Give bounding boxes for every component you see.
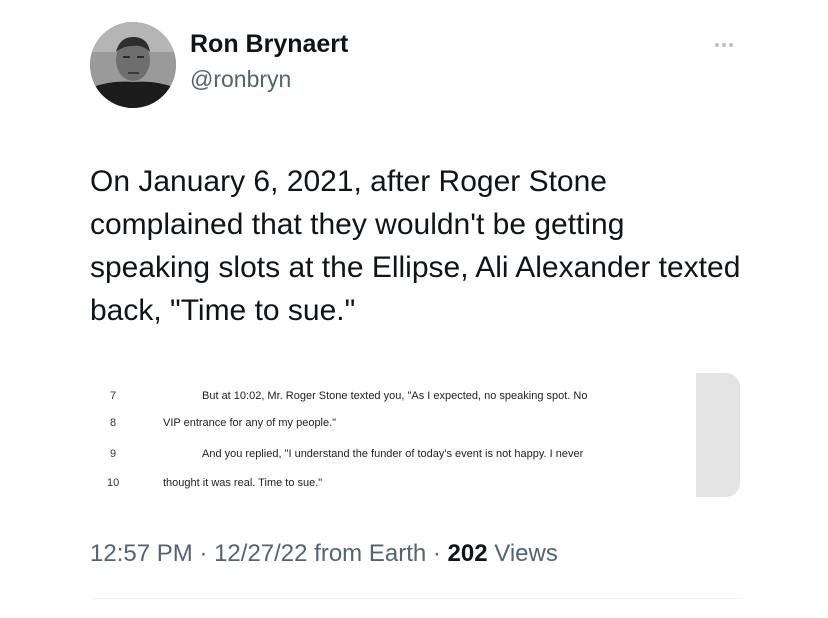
line-number: 7 xyxy=(110,390,117,402)
views-count[interactable]: 202 xyxy=(448,540,488,567)
more-options-button[interactable] xyxy=(706,34,742,56)
tweet-date[interactable]: 12/27/22 xyxy=(214,540,307,567)
line-text: thought it was real. Time to sue." xyxy=(163,477,323,489)
more-dot-icon xyxy=(722,43,726,47)
meta-separator: · xyxy=(199,540,208,567)
tweet-meta: 12:57 PM · 12/27/22 from Earth · 202 Vie… xyxy=(90,540,558,568)
media-edge-panel xyxy=(696,373,740,497)
media-image-transcript[interactable]: 7 But at 10:02, Mr. Roger Stone texted y… xyxy=(100,372,740,497)
more-dot-icon xyxy=(729,43,733,47)
line-text: But at 10:02, Mr. Roger Stone texted you… xyxy=(202,390,588,402)
meta-separator: · xyxy=(432,540,441,567)
divider xyxy=(90,598,740,599)
line-number: 10 xyxy=(107,477,120,489)
views-label: Views xyxy=(494,540,558,567)
tweet-time[interactable]: 12:57 PM xyxy=(90,540,193,567)
user-avatar-photo-icon xyxy=(90,22,176,108)
line-text: And you replied, "I understand the funde… xyxy=(202,448,584,460)
tweet-card: Ron Brynaert @ronbryn On January 6, 2021… xyxy=(0,0,828,618)
line-text: VIP entrance for any of my people." xyxy=(163,417,337,429)
avatar[interactable] xyxy=(90,22,176,108)
tweet-text: On January 6, 2021, after Roger Stone co… xyxy=(90,165,741,327)
display-name[interactable]: Ron Brynaert xyxy=(190,30,348,59)
more-dot-icon xyxy=(715,43,719,47)
line-number: 9 xyxy=(110,448,117,460)
line-number: 8 xyxy=(110,417,117,429)
username-handle[interactable]: @ronbryn xyxy=(190,66,291,93)
tweet-source: from Earth xyxy=(314,540,427,567)
